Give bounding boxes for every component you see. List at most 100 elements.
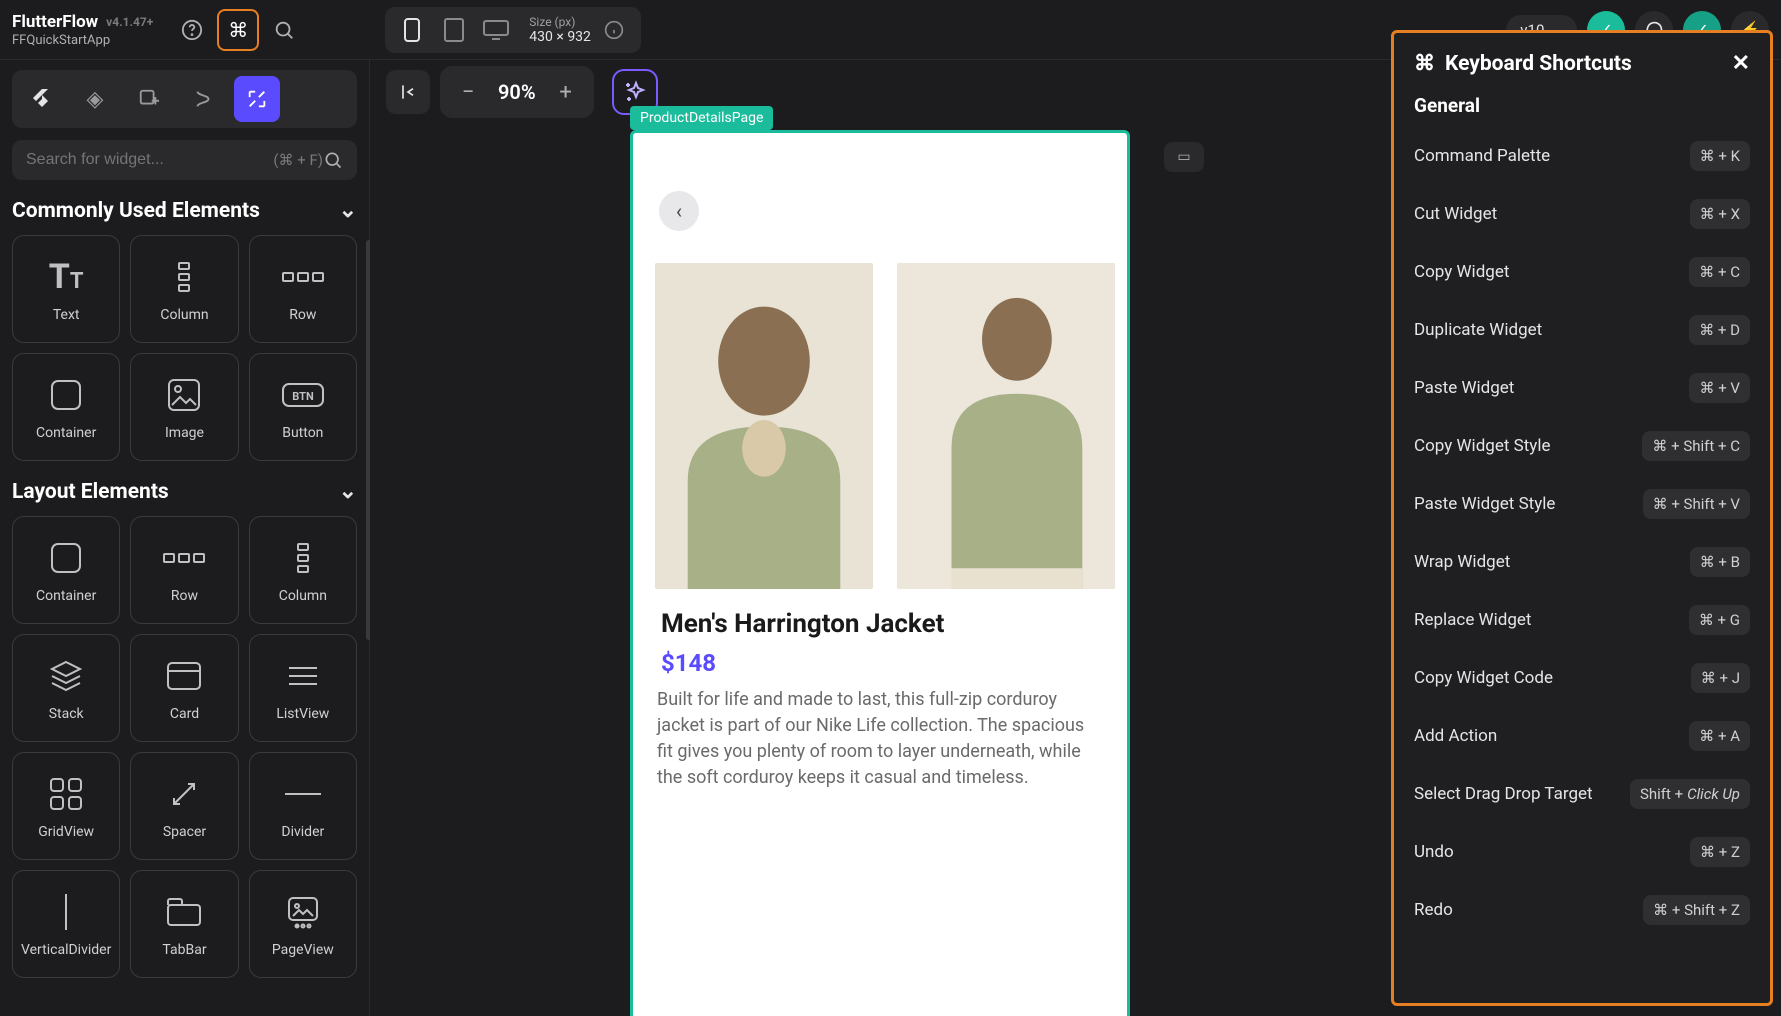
container-icon [46, 373, 86, 417]
shortcut-label: Paste Widget Style [1414, 494, 1555, 514]
app-logo: FlutterFlow v4.1.47+ [12, 12, 153, 32]
diamond-icon[interactable]: ◈ [72, 76, 118, 122]
search-input[interactable] [26, 151, 269, 169]
product-image-1[interactable] [655, 263, 873, 589]
elem-stack[interactable]: Stack [12, 634, 120, 742]
shortcut-keys: ⌘ + Z [1690, 837, 1750, 867]
help-icon[interactable] [171, 9, 213, 51]
elem-divider[interactable]: Divider [249, 752, 357, 860]
shortcut-row: Undo ⌘ + Z [1414, 823, 1750, 881]
shortcut-label: Command Palette [1414, 146, 1550, 166]
flutter-icon[interactable] [18, 76, 64, 122]
shortcut-keys: ⌘ + D [1689, 315, 1750, 345]
elem-pageview[interactable]: PageView [249, 870, 357, 978]
elem-row[interactable]: Row [249, 235, 357, 343]
shortcut-label: Cut Widget [1414, 204, 1497, 224]
elem-label: GridView [38, 824, 94, 840]
text-icon: TT [49, 255, 84, 299]
column-icon [166, 255, 202, 299]
section-layout-label: Layout Elements [12, 480, 169, 504]
column-icon [285, 536, 321, 580]
size-label: Size (px) [529, 15, 575, 29]
chevron-down-icon: ⌄ [339, 198, 357, 223]
tablet-device-icon[interactable] [435, 11, 473, 49]
shortcut-row: Command Palette ⌘ + K [1414, 127, 1750, 185]
shortcut-label: Copy Widget Style [1414, 436, 1550, 456]
product-price: $148 [661, 649, 716, 677]
shortcut-label: Undo [1414, 842, 1454, 862]
zoom-value: 90% [492, 80, 542, 104]
command-icon: ⌘ [1414, 51, 1435, 76]
command-palette-icon[interactable]: ⌘ [217, 9, 259, 51]
elem-container[interactable]: Container [12, 353, 120, 461]
row-icon [162, 536, 206, 580]
search-icon[interactable] [263, 9, 305, 51]
mini-badge-icon[interactable]: ▭ [1164, 142, 1204, 172]
elem-label: Image [165, 425, 204, 441]
card-icon [164, 654, 204, 698]
shortcut-keys: ⌘ + B [1690, 547, 1750, 577]
elem-button[interactable]: BTNButton [249, 353, 357, 461]
chevron-down-icon: ⌄ [339, 479, 357, 504]
elem-container[interactable]: Container [12, 516, 120, 624]
shortcut-keys: ⌘ + K [1690, 141, 1750, 171]
close-icon[interactable]: ✕ [1732, 51, 1750, 76]
section-layout[interactable]: Layout Elements ⌄ [12, 479, 357, 504]
elem-label: Button [282, 425, 323, 441]
elem-label: Column [160, 307, 208, 323]
add-widget-icon[interactable] [126, 76, 172, 122]
elem-image[interactable]: Image [130, 353, 238, 461]
zoom-out-icon[interactable]: − [446, 70, 490, 114]
phone-frame[interactable]: ‹ Men's Harrington Jacket $148 Built for… [630, 130, 1130, 1016]
gridview-icon [47, 772, 85, 816]
elem-label: Column [279, 588, 327, 604]
elem-spacer[interactable]: Spacer [130, 752, 238, 860]
elem-label: Card [170, 706, 199, 722]
shortcut-keys: ⌘ + Shift + C [1642, 431, 1750, 461]
shortcut-row: Wrap Widget⌘ + B [1414, 533, 1750, 591]
search-hint: (⌘ + F) [273, 151, 323, 169]
mobile-device-icon[interactable] [393, 11, 431, 49]
search-input-wrap[interactable]: (⌘ + F) [12, 140, 357, 180]
app-name-text: FlutterFlow [12, 12, 98, 32]
product-image-2[interactable] [897, 263, 1115, 589]
row-icon [281, 255, 325, 299]
shortcuts-section-general: General [1414, 94, 1750, 117]
shortcuts-title: Keyboard Shortcuts [1445, 52, 1632, 76]
flow-icon[interactable] [180, 76, 226, 122]
shortcut-row: Redo⌘ + Shift + Z [1414, 881, 1750, 939]
elem-gridview[interactable]: GridView [12, 752, 120, 860]
elem-tabbar[interactable]: TabBar [130, 870, 238, 978]
elem-card[interactable]: Card [130, 634, 238, 742]
product-title: Men's Harrington Jacket [661, 609, 944, 639]
info-icon[interactable] [595, 11, 633, 49]
left-panel: ◈ (⌘ + F) Commonly Used Elements ⌄ TTTex… [0, 60, 370, 1016]
elem-listview[interactable]: ListView [249, 634, 357, 742]
shortcut-row: Duplicate Widget⌘ + D [1414, 301, 1750, 359]
elem-label: Container [36, 425, 96, 441]
shortcut-row: Select Drag Drop TargetShift + Click Up [1414, 765, 1750, 823]
elem-text[interactable]: TTText [12, 235, 120, 343]
elem-row[interactable]: Row [130, 516, 238, 624]
elem-label: Container [36, 588, 96, 604]
spacer-icon [166, 772, 202, 816]
collapse-left-icon[interactable] [386, 70, 430, 114]
desktop-device-icon[interactable] [477, 11, 515, 49]
section-common[interactable]: Commonly Used Elements ⌄ [12, 198, 357, 223]
project-name: FFQuickStartApp [12, 33, 153, 48]
shortcut-row: Replace Widget⌘ + G [1414, 591, 1750, 649]
elem-column[interactable]: Column [249, 516, 357, 624]
logo-block: FlutterFlow v4.1.47+ FFQuickStartApp [12, 12, 153, 48]
zoom-in-icon[interactable]: + [544, 70, 588, 114]
back-button-icon[interactable]: ‹ [659, 191, 699, 231]
expand-icon[interactable] [234, 76, 280, 122]
stack-icon [46, 654, 86, 698]
shortcut-row: Copy Widget Style ⌘ + Shift + C [1414, 417, 1750, 475]
elem-label: VerticalDivider [21, 942, 111, 958]
elem-label: TabBar [162, 942, 206, 958]
elem-verticaldivider[interactable]: VerticalDivider [12, 870, 120, 978]
elem-column[interactable]: Column [130, 235, 238, 343]
shortcut-keys: ⌘ + V [1689, 373, 1750, 403]
shortcut-row: Paste Widget Style⌘ + Shift + V [1414, 475, 1750, 533]
shortcut-label: Copy Widget Code [1414, 668, 1553, 688]
